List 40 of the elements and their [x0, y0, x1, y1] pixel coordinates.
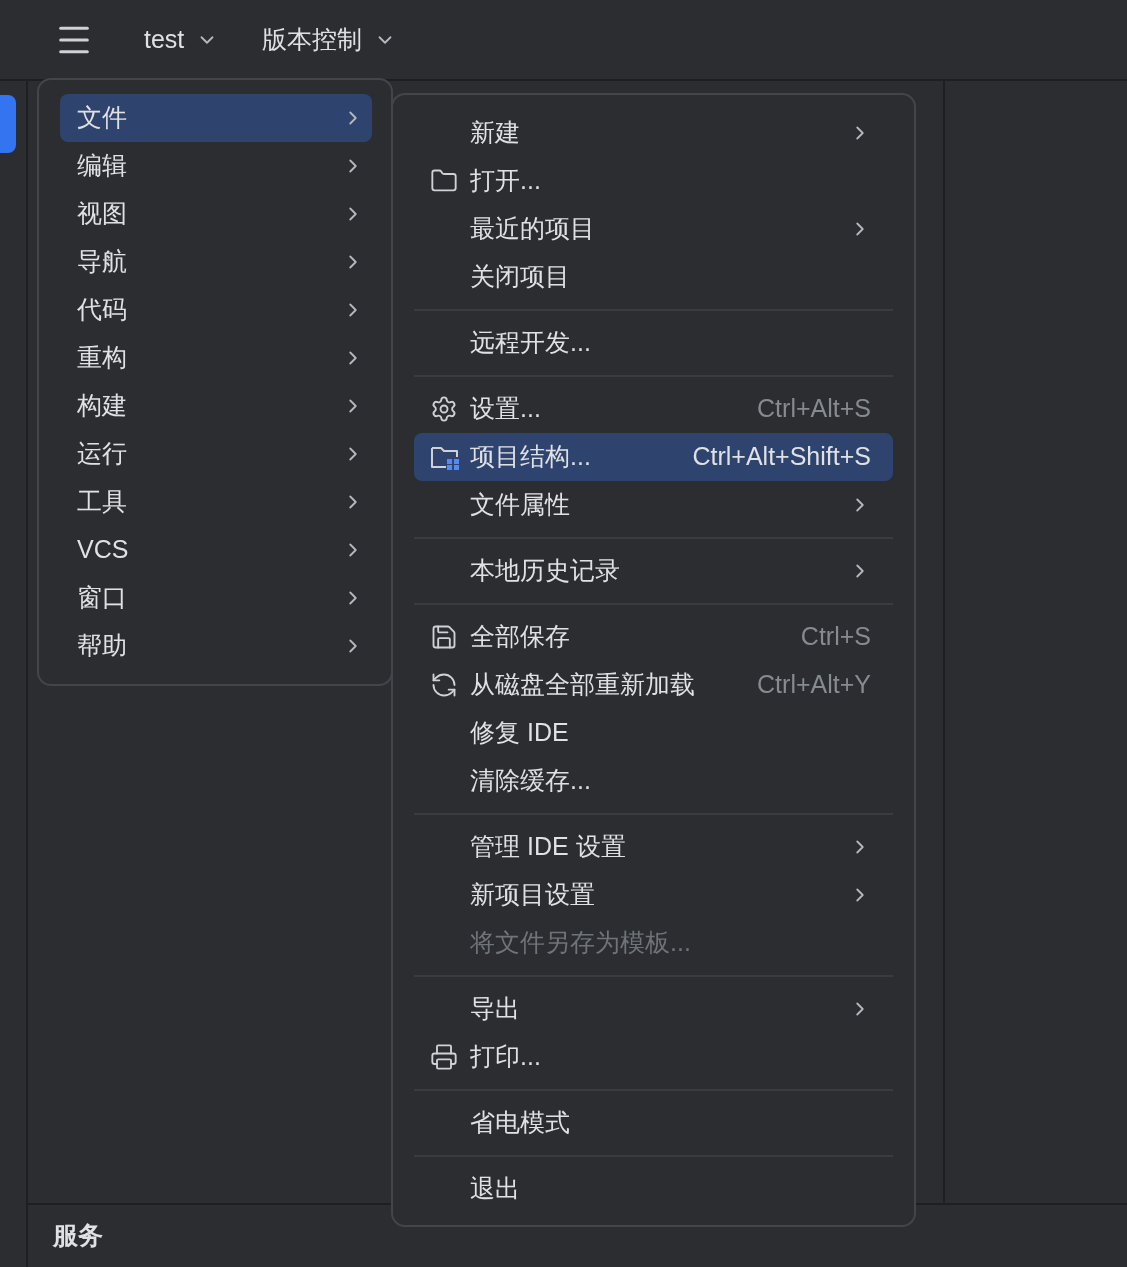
menu-item[interactable]: 新建: [414, 109, 893, 157]
menu-item[interactable]: 重构: [60, 334, 372, 382]
printer-icon: [430, 1043, 458, 1071]
tool-window-icon[interactable]: [0, 95, 16, 153]
menu-item[interactable]: 打开...: [414, 157, 893, 205]
menu-item[interactable]: 从磁盘全部重新加载 Ctrl+Alt+Y: [414, 661, 893, 709]
settings-icon: [430, 395, 458, 423]
vcs-dropdown[interactable]: 版本控制: [262, 20, 397, 59]
menu-item[interactable]: 管理 IDE 设置: [414, 823, 893, 871]
menu-item[interactable]: 新项目设置: [414, 871, 893, 919]
menu-item[interactable]: 退出: [414, 1165, 893, 1213]
menu-item[interactable]: 编辑: [60, 142, 372, 190]
menu-item[interactable]: 清除缓存...: [414, 757, 893, 805]
menu-item[interactable]: 省电模式: [414, 1099, 893, 1147]
menu-item[interactable]: 关闭项目: [414, 253, 893, 301]
menu-item[interactable]: 导出: [414, 985, 893, 1033]
reload-icon: [430, 671, 458, 699]
menu-item[interactable]: 导航: [60, 238, 372, 286]
menu-item[interactable]: 本地历史记录: [414, 547, 893, 595]
menu-item[interactable]: 远程开发...: [414, 319, 893, 367]
menu-item[interactable]: 窗口: [60, 574, 372, 622]
menu-item[interactable]: 修复 IDE: [414, 709, 893, 757]
menu-item[interactable]: 最近的项目: [414, 205, 893, 253]
panel-title: 服务: [53, 1220, 103, 1252]
menu-item[interactable]: 帮助: [60, 622, 372, 670]
menu-item[interactable]: 设置... Ctrl+Alt+S: [414, 385, 893, 433]
menu-item[interactable]: 文件属性: [414, 481, 893, 529]
folder-grid-icon: [430, 444, 460, 470]
menu-item[interactable]: 运行: [60, 430, 372, 478]
menu-item[interactable]: 工具: [60, 478, 372, 526]
menu-item[interactable]: 全部保存 Ctrl+S: [414, 613, 893, 661]
menu-item[interactable]: 视图: [60, 190, 372, 238]
project-dropdown[interactable]: test: [144, 20, 219, 59]
menu-item[interactable]: 代码: [60, 286, 372, 334]
menu-item[interactable]: VCS: [60, 526, 372, 574]
menu-item[interactable]: 文件: [60, 94, 372, 142]
save-icon: [430, 623, 458, 651]
menu-item[interactable]: 构建: [60, 382, 372, 430]
menu-item[interactable]: 打印...: [414, 1033, 893, 1081]
menu-item[interactable]: 项目结构... Ctrl+Alt+Shift+S: [414, 433, 893, 481]
